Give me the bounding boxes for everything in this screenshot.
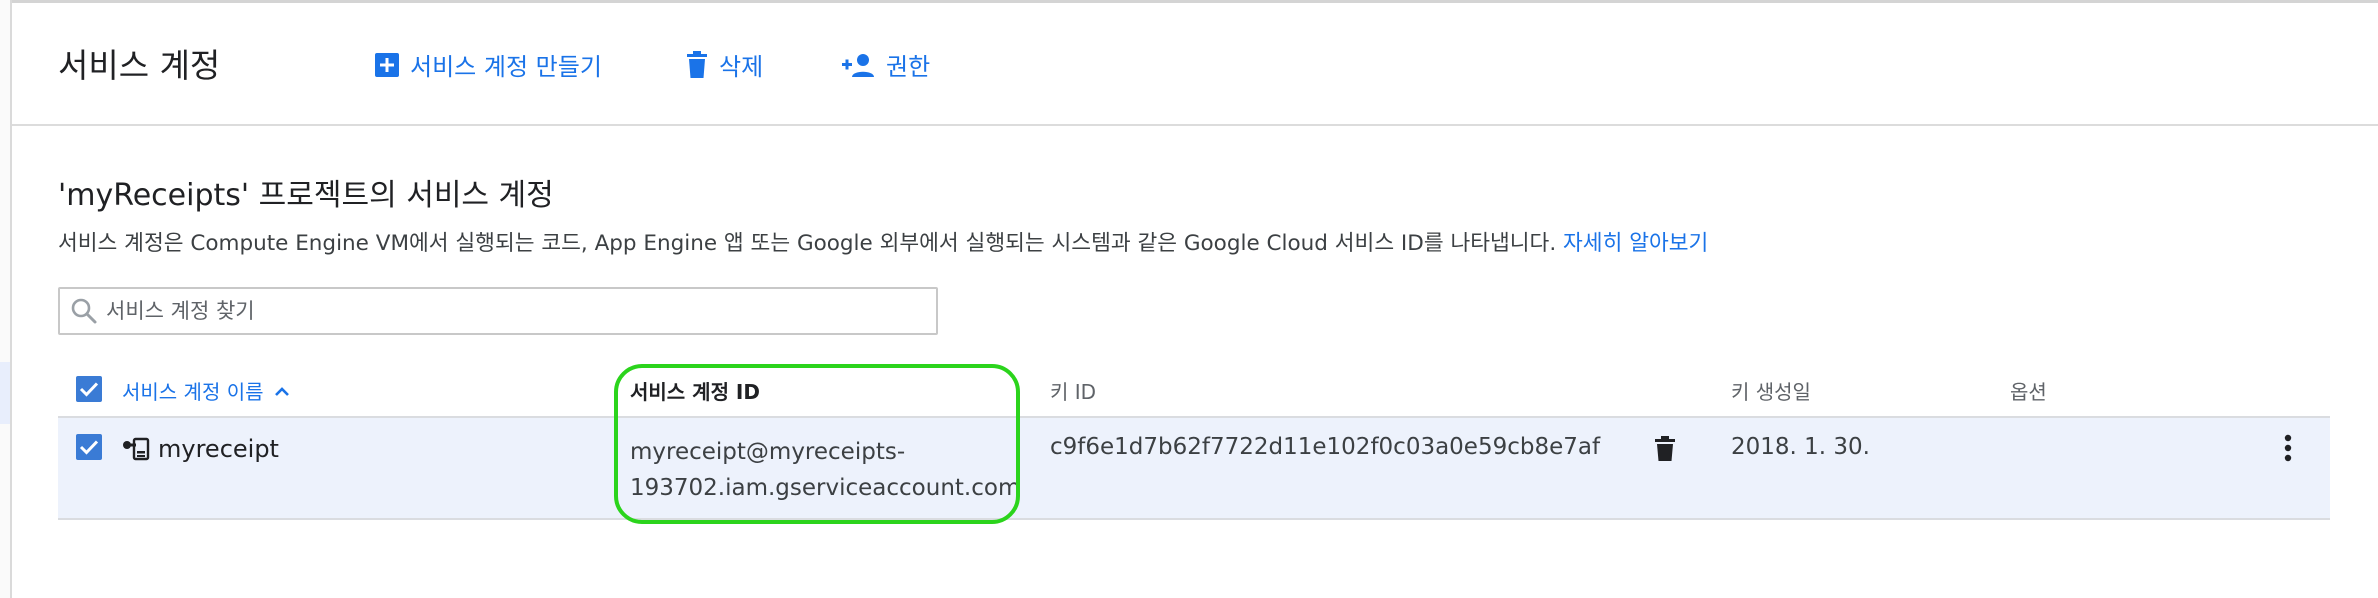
row-name-text: myreceipt	[158, 435, 279, 463]
delete-button[interactable]: 삭제	[685, 47, 763, 82]
row-key-id: c9f6e1d7b62f7722d11e102f0c03a0e59cb8e7af	[1050, 434, 1601, 460]
trash-icon	[685, 50, 709, 79]
search-icon	[70, 297, 98, 325]
permissions-label: 권한	[886, 53, 931, 81]
section-description: 서비스 계정은 Compute Engine VM에서 실행되는 코드, App…	[58, 226, 1708, 257]
section-title: 'myReceipts' 프로젝트의 서비스 계정	[58, 178, 554, 213]
page-header: 서비스 계정 서비스 계정 만들기 삭제 권한	[12, 3, 2378, 126]
select-all-checkbox[interactable]	[76, 376, 102, 402]
permissions-button[interactable]: 권한	[842, 47, 930, 82]
row-checkbox[interactable]	[76, 434, 102, 460]
column-header-name-label: 서비스 계정 이름	[122, 380, 264, 404]
left-nav-active-indicator	[0, 362, 10, 424]
trash-icon	[1654, 436, 1676, 468]
create-service-account-button[interactable]: 서비스 계정 만들기	[374, 47, 602, 82]
check-icon	[79, 440, 99, 455]
column-header-options: 옵션	[2010, 380, 2047, 404]
service-account-icon	[122, 436, 150, 462]
row-key-created: 2018. 1. 30.	[1731, 434, 1870, 460]
sort-ascending-icon	[274, 385, 290, 397]
column-header-name[interactable]: 서비스 계정 이름	[122, 376, 290, 405]
search-box	[58, 287, 938, 335]
description-text: 서비스 계정은 Compute Engine VM에서 실행되는 코드, App…	[58, 231, 1557, 256]
search-input[interactable]	[106, 299, 906, 323]
more-vert-icon	[2284, 434, 2292, 468]
person-add-icon	[842, 53, 876, 77]
create-service-account-label: 서비스 계정 만들기	[410, 53, 602, 81]
add-box-icon	[374, 52, 400, 78]
account-id-highlight-annotation	[614, 364, 1020, 524]
check-icon	[79, 382, 99, 397]
row-account-name: myreceipt	[122, 435, 279, 463]
column-header-key-id: 키 ID	[1050, 380, 1097, 404]
learn-more-link[interactable]: 자세히 알아보기	[1563, 231, 1708, 256]
delete-key-button[interactable]	[1654, 436, 1676, 468]
page-title: 서비스 계정	[58, 46, 221, 85]
delete-label: 삭제	[719, 53, 764, 81]
row-more-options-button[interactable]	[2284, 434, 2292, 468]
column-header-key-created: 키 생성일	[1731, 380, 1811, 404]
left-nav-rail	[0, 0, 12, 598]
